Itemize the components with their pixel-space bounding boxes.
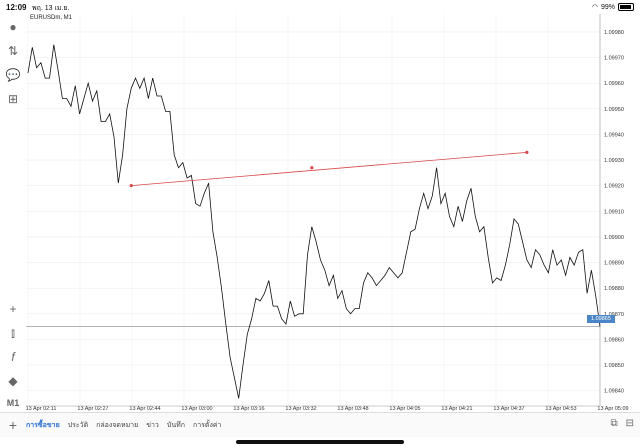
crosshair-icon[interactable]: + <box>4 300 22 318</box>
y-tick-label: 1.09940 <box>604 132 624 138</box>
y-tick-label: 1.09900 <box>604 235 624 241</box>
trendline-segment <box>131 151 527 187</box>
y-tick-label: 1.09840 <box>604 389 624 395</box>
window-icon[interactable]: ⧉ <box>610 418 617 429</box>
price-chart[interactable]: 1.09980 1.09970 1.09960 1.09950 1.09940 1.099… <box>26 14 640 412</box>
y-tick-label: 1.09970 <box>604 56 624 62</box>
tab-news[interactable]: ข่าว <box>146 420 159 431</box>
y-axis: 1.09980 1.09970 1.09960 1.09950 1.09940 1.099… <box>599 14 624 406</box>
objects-icon[interactable]: ◆ <box>4 372 22 390</box>
trendline-anchor-point <box>525 150 529 154</box>
clock: 12:09 <box>6 3 27 12</box>
y-tick-label: 1.09910 <box>604 209 624 215</box>
new-document-icon[interactable]: ⊞ <box>4 90 22 108</box>
function-icon[interactable]: f <box>4 348 22 366</box>
price-series-line <box>27 44 601 399</box>
home-indicator <box>236 440 404 444</box>
indicators-icon[interactable]: ⫾ <box>4 324 22 342</box>
date: พฤ. 13 เม.ย. <box>32 5 70 12</box>
status-right: ◠ 99% <box>592 3 634 11</box>
chat-icon[interactable]: 💬 <box>4 66 22 84</box>
y-tick-label: 1.09860 <box>604 337 624 343</box>
tab-trade[interactable]: การซื้อขาย <box>26 420 60 431</box>
bottom-right-icons: ⧉ ⊟ <box>610 418 634 429</box>
current-price-label: 1.09865 <box>587 315 615 323</box>
tab-settings[interactable]: การตั้งค่า <box>193 420 222 431</box>
y-tick-label: 1.09950 <box>604 107 624 113</box>
y-tick-label: 1.09890 <box>604 261 624 267</box>
battery-percent: 99% <box>600 3 615 11</box>
chart-grid <box>26 14 601 406</box>
trendline <box>129 150 529 188</box>
left-toolbar: ● ⇅ 💬 ⊞ + ⫾ f ◆ M1 <box>0 14 26 412</box>
y-tick-label: 1.09960 <box>604 81 624 87</box>
add-icon[interactable]: + <box>0 417 26 433</box>
y-tick-label: 1.09930 <box>604 158 624 164</box>
y-tick-label: 1.09850 <box>604 363 624 369</box>
timeframe-button[interactable]: M1 <box>4 394 22 412</box>
y-tick-label: 1.09880 <box>604 286 624 292</box>
status-bar: 12:09 พฤ. 13 เม.ย. ◠ 99% <box>0 0 640 14</box>
y-tick-label: 1.09920 <box>604 184 624 190</box>
battery-icon <box>618 3 634 11</box>
account-icon[interactable]: ● <box>4 18 22 36</box>
y-tick-label: 1.09980 <box>604 30 624 36</box>
trendline-anchor-point <box>129 184 133 188</box>
trade-icon[interactable]: ⇅ <box>4 42 22 60</box>
tab-history[interactable]: ประวัติ <box>68 420 88 431</box>
trendline-anchor-point <box>310 166 314 170</box>
tab-mailbox[interactable]: กล่องจดหมาย <box>96 420 138 431</box>
wifi-icon: ◠ <box>591 4 598 11</box>
layout-icon[interactable]: ⊟ <box>626 418 634 429</box>
tab-journal[interactable]: บันทึก <box>167 420 185 431</box>
bottom-bar: + การซื้อขาย ประวัติ กล่องจดหมาย ข่าว บั… <box>0 412 640 437</box>
